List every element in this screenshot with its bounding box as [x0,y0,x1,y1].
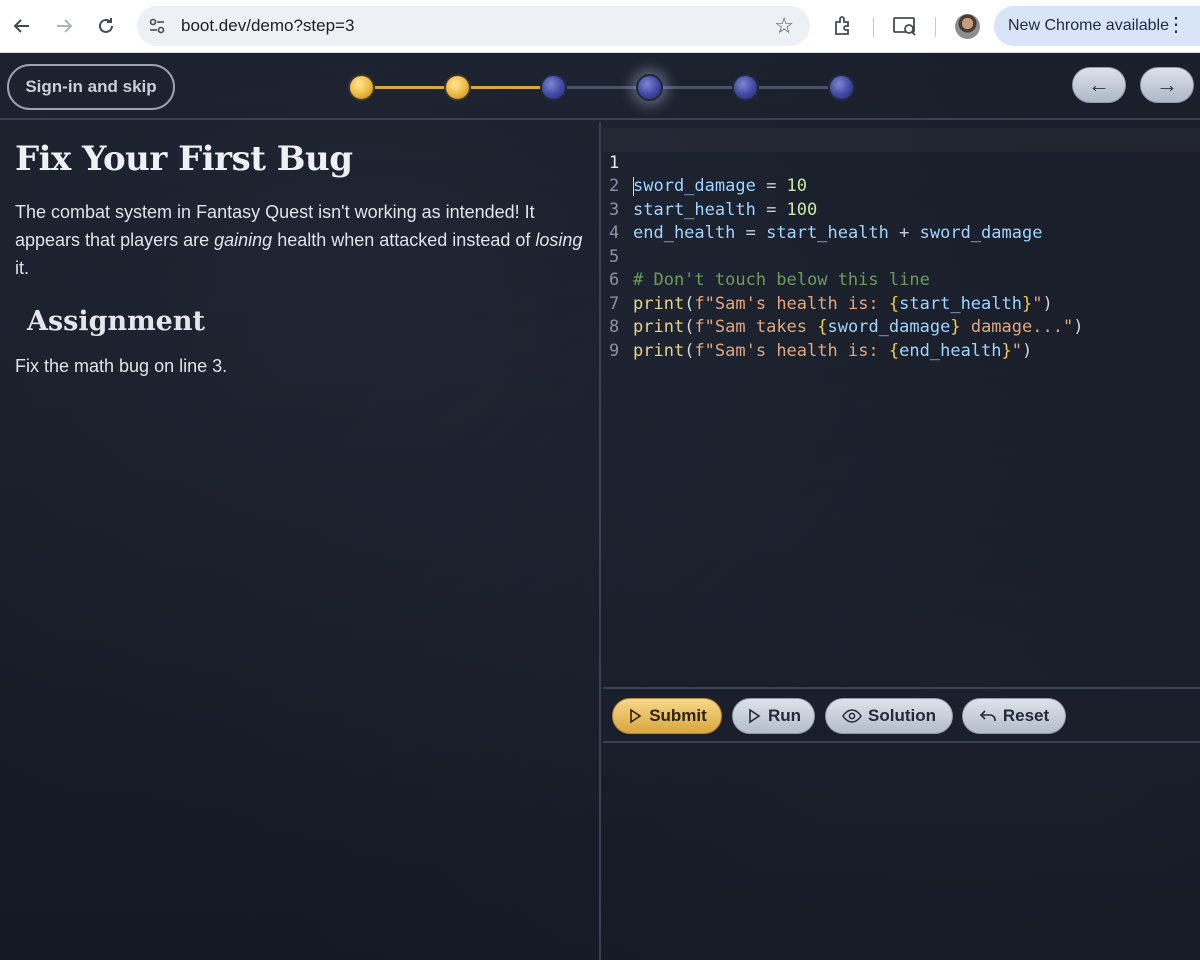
reload-icon[interactable] [94,14,118,38]
code-line[interactable]: 6 print(f"Sam's health is: {start_health… [603,246,1200,314]
reset-button[interactable]: Reset [962,698,1066,734]
progress-connector [663,86,733,89]
step-dot-1[interactable] [348,74,375,101]
lesson-title: Fix Your First Bug [15,139,353,179]
step-progress [0,53,1200,120]
output-console [603,743,1200,960]
progress-connector [759,86,829,89]
lesson-description: The combat system in Fantasy Quest isn't… [15,202,583,278]
forward-arrow-icon[interactable] [52,14,76,38]
code-line[interactable]: 5 # Don't touch below this line [603,222,1200,291]
app-root: Sign-in and skip ← → Fix Your First Bug … [0,53,1200,960]
assignment-text: Fix the math bug on line 3. [15,356,228,376]
step-dot-3[interactable] [540,74,567,101]
extensions-icon[interactable] [831,14,855,38]
step-dot-4-current[interactable] [636,74,663,101]
code-line[interactable]: 7 print(f"Sam takes {sword_damage} damag… [603,269,1200,338]
progress-connector [375,86,445,89]
code-line[interactable]: 8 print(f"Sam's health is: {end_health}"… [603,293,1200,361]
run-button[interactable]: Run [732,698,815,734]
assignment-heading: Assignment [27,306,205,337]
address-bar[interactable]: boot.dev/demo?step=3 ☆ [137,6,810,46]
lesson-pane: Fix Your First Bug The combat system in … [0,122,601,960]
submit-button[interactable]: Submit [612,698,722,734]
left-arrow-icon: ← [1088,72,1110,97]
play-icon [630,708,642,724]
back-arrow-icon[interactable] [10,14,34,38]
right-arrow-icon: → [1156,72,1178,97]
undo-icon [979,710,996,721]
step-dot-6[interactable] [828,74,855,101]
chrome-update-button[interactable]: New Chrome available ⋮ [994,6,1200,46]
update-label: New Chrome available [1008,17,1169,34]
step-dot-2[interactable] [444,74,471,101]
code-editor[interactable]: 1 sword_damage = 10 2 start_health = 100… [603,122,1200,687]
previous-step-button[interactable]: ← [1072,67,1126,103]
profile-avatar[interactable] [955,14,980,39]
browser-toolbar: boot.dev/demo?step=3 ☆ New Chrome availa… [0,0,1200,53]
progress-connector [471,86,541,89]
lesson-header: Sign-in and skip ← → [0,53,1200,120]
solution-button[interactable]: Solution [825,698,953,734]
code-line[interactable]: 4 [603,199,1200,243]
eye-icon [842,709,862,723]
url-text[interactable]: boot.dev/demo?step=3 [181,16,354,36]
code-line[interactable]: 3 end_health = start_health + sword_dama… [603,175,1200,244]
step-dot-5[interactable] [732,74,759,101]
play-icon [749,708,761,724]
code-line[interactable]: 9 [603,316,1200,361]
site-settings-icon[interactable] [147,16,167,36]
more-icon[interactable]: ⋮ [1166,15,1186,35]
progress-connector [567,86,637,89]
star-icon[interactable]: ☆ [774,14,794,38]
toolbar-divider [935,17,936,37]
code-line[interactable]: 2 start_health = 100 [603,152,1200,220]
line-number: 9 [609,340,620,361]
code-line[interactable]: 1 sword_damage = 10 [603,128,1200,197]
cast-icon[interactable] [892,14,918,38]
toolbar-divider [873,17,874,37]
next-step-button[interactable]: → [1140,67,1194,103]
editor-toolbar: Submit Run Solution Reset [603,687,1200,743]
code-text: print(f"Sam's health is: {end_health}") [633,340,1033,361]
